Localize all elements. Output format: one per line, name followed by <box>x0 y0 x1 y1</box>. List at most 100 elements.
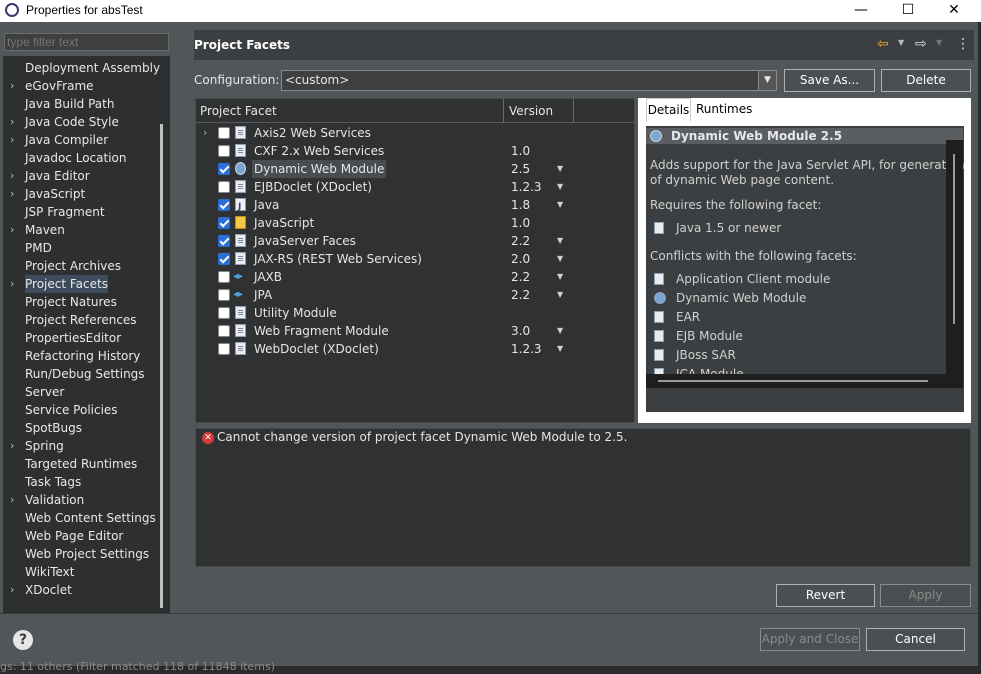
chevron-right-icon[interactable]: › <box>10 167 20 185</box>
facet-checkbox[interactable] <box>218 307 230 319</box>
facet-version[interactable]: 1.2.3 <box>511 340 542 358</box>
column-divider[interactable] <box>573 99 574 122</box>
version-dropdown-icon[interactable]: ▼ <box>557 196 563 214</box>
facet-checkbox[interactable] <box>218 325 230 337</box>
revert-button[interactable]: Revert <box>776 584 875 607</box>
apply-button[interactable]: Apply <box>880 584 971 607</box>
sidebar-item[interactable]: Targeted Runtimes <box>3 455 153 473</box>
facet-version[interactable]: 3.0 <box>511 322 530 340</box>
sidebar-item[interactable]: Javadoc Location <box>3 149 153 167</box>
facet-row[interactable]: Java 1.8 ▼ <box>196 196 634 216</box>
help-icon[interactable]: ? <box>13 630 33 650</box>
facet-row[interactable]: Web Fragment Module 3.0 ▼ <box>196 322 634 340</box>
version-dropdown-icon[interactable]: ▼ <box>557 178 563 196</box>
chevron-right-icon[interactable]: › <box>10 437 20 455</box>
scrollbar-thumb[interactable] <box>658 380 928 382</box>
sidebar-item[interactable]: PropertiesEditor <box>3 329 153 347</box>
minimize-button[interactable]: — <box>838 0 884 22</box>
sidebar-item[interactable]: › Java Compiler <box>3 131 153 149</box>
sidebar-item[interactable]: Deployment Assembly <box>3 59 160 77</box>
sidebar-item[interactable]: Java Build Path <box>3 95 153 113</box>
forward-dropdown-icon[interactable]: ▼ <box>936 38 942 47</box>
version-dropdown-icon[interactable]: ▼ <box>557 268 563 286</box>
configuration-combo[interactable]: <custom> ▼ <box>281 70 777 91</box>
sidebar-item[interactable]: › XDoclet <box>3 581 153 599</box>
sidebar-item[interactable]: Run/Debug Settings <box>3 365 153 383</box>
sidebar-item[interactable]: JSP Fragment <box>3 203 153 221</box>
sidebar-item[interactable]: › Spring <box>3 437 153 455</box>
column-divider[interactable] <box>503 99 504 122</box>
kebab-menu-icon[interactable]: ⋮ <box>956 36 970 52</box>
facet-row[interactable]: Utility Module <box>196 304 634 322</box>
chevron-right-icon[interactable]: › <box>10 113 20 131</box>
back-arrow-icon[interactable]: ⇦ <box>877 36 889 52</box>
sidebar-item[interactable]: › Validation <box>3 491 153 509</box>
facet-checkbox[interactable] <box>218 145 230 157</box>
facet-row[interactable]: JAXB 2.2 ▼ <box>196 268 634 286</box>
close-button[interactable]: ✕ <box>931 0 977 22</box>
facet-checkbox[interactable] <box>218 181 230 193</box>
facet-row[interactable]: WebDoclet (XDoclet) 1.2.3 ▼ <box>196 340 634 358</box>
chevron-down-icon[interactable]: ▼ <box>758 71 776 90</box>
facet-checkbox[interactable] <box>218 199 230 211</box>
column-header-version[interactable]: Version <box>509 104 553 118</box>
cancel-button[interactable]: Cancel <box>866 628 965 651</box>
facet-row[interactable]: JAX-RS (REST Web Services) 2.0 ▼ <box>196 250 634 268</box>
sidebar-item[interactable]: Server <box>3 383 153 401</box>
facet-row[interactable]: EJBDoclet (XDoclet) 1.2.3 ▼ <box>196 178 634 196</box>
chevron-right-icon[interactable]: › <box>10 185 20 203</box>
sidebar-item[interactable]: Project References <box>3 311 153 329</box>
facet-version[interactable]: 1.2.3 <box>511 178 542 196</box>
sidebar-item[interactable]: › Java Editor <box>3 167 153 185</box>
facet-row[interactable]: JavaServer Faces 2.2 ▼ <box>196 232 634 250</box>
save-as-button[interactable]: Save As... <box>784 69 875 92</box>
sidebar-item[interactable]: Web Page Editor <box>3 527 153 545</box>
facet-row[interactable]: Dynamic Web Module 2.5 ▼ <box>196 160 634 178</box>
version-dropdown-icon[interactable]: ▼ <box>557 322 563 340</box>
sidebar-item[interactable]: Web Content Settings <box>3 509 156 527</box>
sidebar-item[interactable]: Web Project Settings <box>3 545 153 563</box>
version-dropdown-icon[interactable]: ▼ <box>557 286 563 304</box>
facet-version[interactable]: 2.2 <box>511 232 530 250</box>
facet-checkbox[interactable] <box>218 343 230 355</box>
apply-and-close-button[interactable]: Apply and Close <box>760 628 860 651</box>
sidebar-item[interactable]: › JavaScript <box>3 185 153 203</box>
details-horizontal-scrollbar[interactable] <box>646 374 963 388</box>
chevron-right-icon[interactable]: › <box>10 77 20 95</box>
facet-checkbox[interactable] <box>218 235 230 247</box>
sidebar-item[interactable]: PMD <box>3 239 153 257</box>
version-dropdown-icon[interactable]: ▼ <box>557 250 563 268</box>
maximize-button[interactable]: ☐ <box>885 0 931 22</box>
facet-row[interactable]: JavaScript 1.0 <box>196 214 634 232</box>
chevron-right-icon[interactable]: › <box>203 124 207 142</box>
chevron-right-icon[interactable]: › <box>10 491 20 509</box>
facet-checkbox[interactable] <box>218 217 230 229</box>
chevron-right-icon[interactable]: › <box>10 221 20 239</box>
sidebar-item[interactable]: › Project Facets <box>3 275 153 293</box>
tab-details[interactable]: Details <box>646 98 691 121</box>
filter-input[interactable] <box>4 33 169 51</box>
facet-version[interactable]: 1.0 <box>511 214 530 232</box>
forward-arrow-icon[interactable]: ⇨ <box>915 36 927 52</box>
facet-checkbox[interactable] <box>218 163 230 175</box>
chevron-right-icon[interactable]: › <box>10 581 20 599</box>
details-vertical-scrollbar[interactable] <box>946 140 963 388</box>
version-dropdown-icon[interactable]: ▼ <box>557 232 563 250</box>
sidebar-item[interactable]: Service Policies <box>3 401 153 419</box>
sidebar-item[interactable]: Project Archives <box>3 257 153 275</box>
chevron-right-icon[interactable]: › <box>10 275 20 293</box>
sidebar-item[interactable]: › Maven <box>3 221 153 239</box>
sidebar-item[interactable]: SpotBugs <box>3 419 153 437</box>
chevron-right-icon[interactable]: › <box>10 131 20 149</box>
sidebar-item[interactable]: Task Tags <box>3 473 153 491</box>
sidebar-item[interactable]: › eGovFrame <box>3 77 153 95</box>
facet-version[interactable]: 2.0 <box>511 250 530 268</box>
column-header-facet[interactable]: Project Facet <box>200 104 277 118</box>
back-dropdown-icon[interactable]: ▼ <box>898 38 904 47</box>
version-dropdown-icon[interactable]: ▼ <box>557 340 563 358</box>
sidebar-scrollbar[interactable] <box>160 124 163 608</box>
version-dropdown-icon[interactable]: ▼ <box>557 160 563 178</box>
facet-row[interactable]: CXF 2.x Web Services 1.0 <box>196 142 634 160</box>
facet-version[interactable]: 2.2 <box>511 268 530 286</box>
sidebar-item[interactable]: WikiText <box>3 563 153 581</box>
